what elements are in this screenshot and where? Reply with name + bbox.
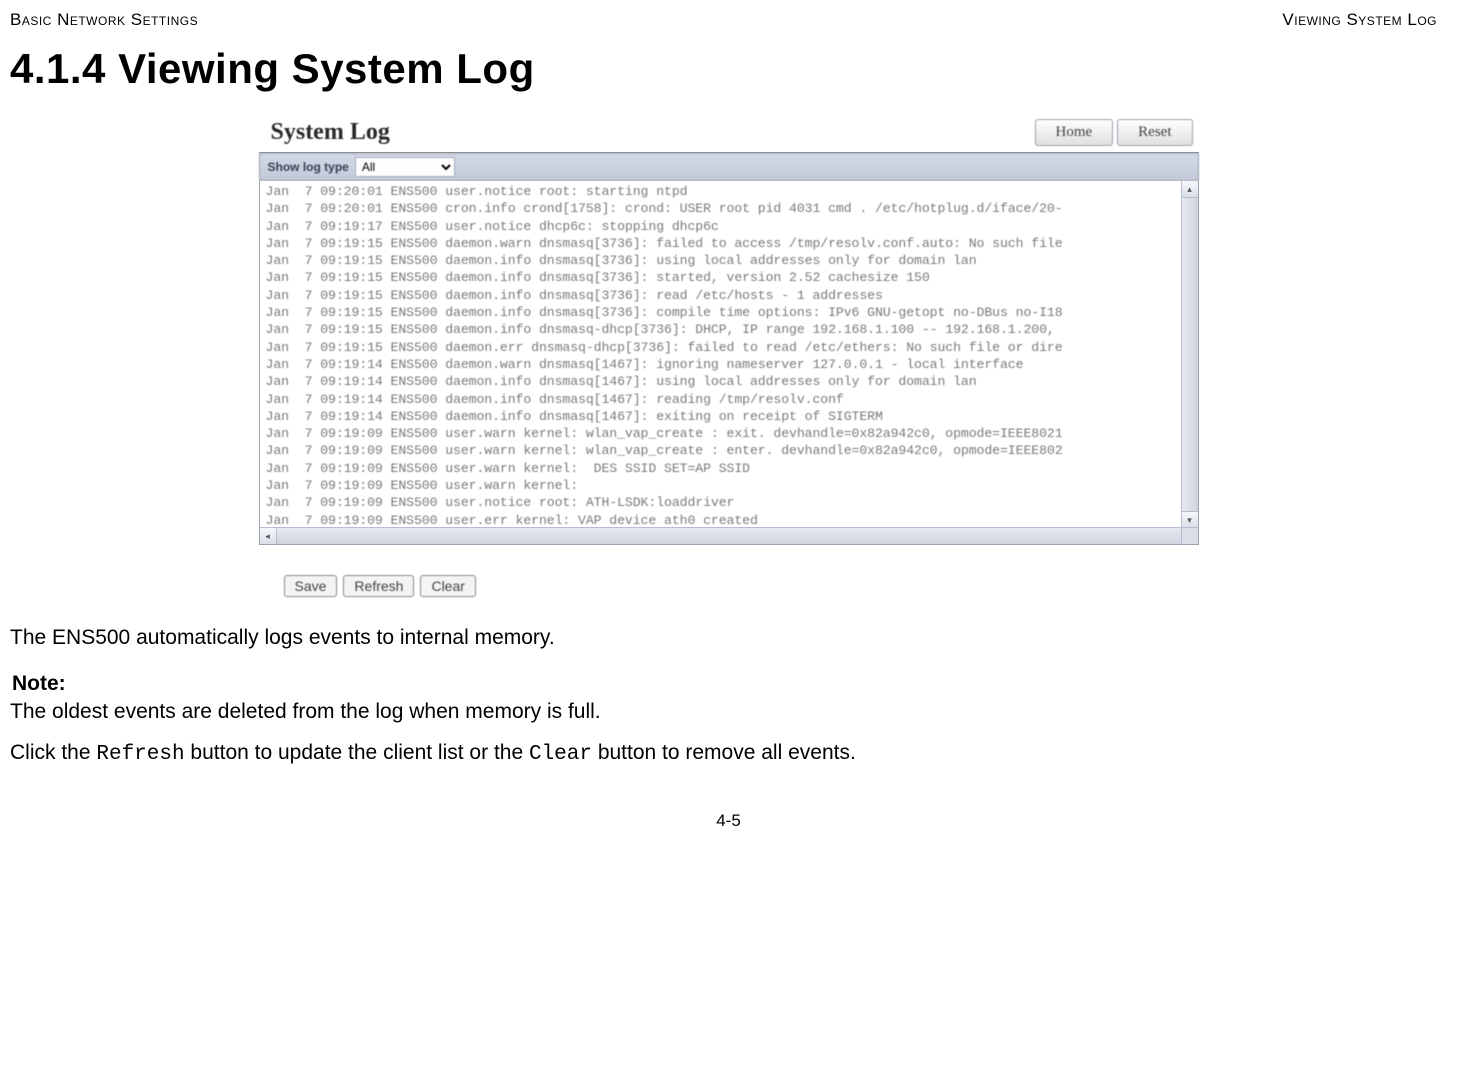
filter-bar: Show log type All bbox=[259, 153, 1199, 181]
scroll-down-icon[interactable]: ▾ bbox=[1182, 511, 1198, 528]
header-left: Basic Network Settings bbox=[10, 10, 198, 30]
log-content[interactable]: Jan 7 09:20:01 ENS500 user.notice root: … bbox=[260, 181, 1198, 545]
system-log-screenshot: System Log Home Reset Show log type All … bbox=[259, 113, 1199, 597]
home-button[interactable]: Home bbox=[1035, 119, 1114, 146]
body-paragraph-1: The ENS500 automatically logs events to … bbox=[0, 622, 1457, 654]
page-number: 4-5 bbox=[0, 811, 1457, 851]
clear-button[interactable]: Clear bbox=[420, 575, 475, 597]
log-type-select[interactable]: All bbox=[355, 157, 455, 177]
vertical-scrollbar[interactable]: ▴ ▾ bbox=[1181, 181, 1198, 528]
reset-button[interactable]: Reset bbox=[1117, 119, 1192, 146]
panel-title: System Log bbox=[271, 119, 390, 146]
scroll-up-icon[interactable]: ▴ bbox=[1182, 181, 1198, 198]
scroll-left-icon[interactable]: ◂ bbox=[260, 528, 277, 544]
section-title: 4.1.4 Viewing System Log bbox=[0, 35, 1457, 113]
log-area: Jan 7 09:20:01 ENS500 user.notice root: … bbox=[259, 181, 1199, 545]
refresh-button[interactable]: Refresh bbox=[343, 575, 414, 597]
note-label: Note: bbox=[0, 672, 1457, 696]
note-text: The oldest events are deleted from the l… bbox=[0, 696, 1457, 728]
scroll-corner bbox=[1181, 527, 1198, 544]
filter-label: Show log type bbox=[268, 160, 349, 174]
refresh-code: Refresh bbox=[96, 743, 184, 766]
save-button[interactable]: Save bbox=[284, 575, 338, 597]
body-paragraph-2: Click the Refresh button to update the c… bbox=[0, 737, 1457, 771]
header-right: Viewing System Log bbox=[1282, 10, 1437, 30]
panel-header: System Log Home Reset bbox=[259, 113, 1199, 153]
horizontal-scrollbar[interactable]: ◂ ▸ bbox=[260, 527, 1198, 544]
action-buttons: Save Refresh Clear bbox=[259, 575, 1199, 597]
clear-code: Clear bbox=[529, 743, 592, 766]
